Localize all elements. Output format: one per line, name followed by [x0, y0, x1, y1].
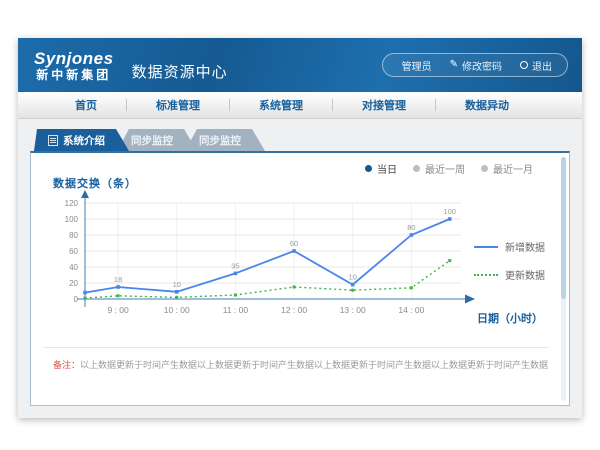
- y-tick-label: 120: [65, 199, 79, 208]
- time-filter-label: 最近一周: [425, 161, 465, 176]
- legend-item-新增数据[interactable]: 新增数据: [474, 239, 545, 254]
- data-point-label: 18: [114, 275, 122, 284]
- nav-item-数据异动[interactable]: 数据异动: [436, 97, 538, 113]
- y-tick-label: 100: [65, 215, 79, 224]
- series-line: [85, 219, 450, 293]
- legend-label: 更新数据: [505, 267, 545, 282]
- tab-同步监控-1[interactable]: 同步监控: [117, 129, 197, 151]
- x-tick-label: 12 : 00: [281, 305, 307, 315]
- tab-label: 系统介绍: [63, 133, 105, 148]
- legend-item-更新数据[interactable]: 更新数据: [474, 267, 545, 282]
- radio-dot-icon: [413, 165, 420, 172]
- data-point-marker: [410, 286, 413, 289]
- time-filter-最近一月[interactable]: 最近一月: [481, 161, 533, 176]
- chart-tick-labels: 0 20 40 60 80 100 120 9 : 00 10 : 00 11 : 00 12 : …: [65, 199, 425, 315]
- radio-dot-icon: [481, 165, 488, 172]
- data-point-marker: [83, 291, 87, 295]
- x-tick-label: 9 : 00: [107, 305, 129, 315]
- data-point-marker: [175, 296, 178, 299]
- data-point-label: 60: [290, 239, 298, 248]
- data-point-marker: [292, 249, 296, 253]
- time-filter-group: 当日 最近一周 最近一月: [365, 161, 533, 176]
- data-point-marker: [175, 290, 179, 294]
- footnote: 备注：以上数据更新于时间产生数据以上数据更新于时间产生数据以上数据更新于时间产生…: [43, 347, 549, 371]
- power-icon: [520, 61, 528, 69]
- app-header: Synjones 新中新集团 数据资源中心 管理员 ✎ 修改密码 退出: [18, 38, 582, 92]
- tab-label: 同步监控: [199, 133, 241, 148]
- tab-bar: 系统介绍 同步监控 同步监控: [34, 129, 570, 151]
- scrollbar-thumb[interactable]: [561, 157, 566, 299]
- logo: Synjones 新中新集团: [34, 49, 114, 82]
- time-filter-最近一周[interactable]: 最近一周: [413, 161, 465, 176]
- logo-wordmark: Synjones: [34, 49, 114, 69]
- legend-label: 新增数据: [505, 239, 545, 254]
- nav-item-对接管理[interactable]: 对接管理: [333, 97, 435, 113]
- x-tick-label: 14 : 00: [398, 305, 424, 315]
- data-point-label: 100: [443, 207, 456, 216]
- data-point-label: 35: [231, 261, 239, 270]
- chart-x-axis-title: 日期（小时）: [477, 310, 543, 326]
- data-point-marker: [410, 233, 414, 237]
- nav-item-标准管理[interactable]: 标准管理: [127, 97, 229, 113]
- y-tick-label: 40: [69, 263, 78, 272]
- x-axis-arrow-icon: [465, 295, 475, 304]
- content-area: 系统介绍同步监控同步监控 当日最近一周最近一月 数据交换（条） 02040608…: [18, 119, 582, 418]
- tab-label: 同步监控: [131, 133, 173, 148]
- data-point-label: 10: [173, 280, 181, 289]
- app-window: Synjones 新中新集团 数据资源中心 管理员✎修改密码退出 首页标准管理系…: [18, 38, 582, 418]
- chart-grid: [85, 203, 461, 299]
- edit-icon: ✎: [450, 61, 458, 69]
- data-point-marker: [448, 217, 452, 221]
- scrollbar: [561, 157, 566, 401]
- data-point-marker: [448, 259, 451, 262]
- y-tick-label: 20: [69, 279, 78, 288]
- y-tick-label: 80: [69, 231, 78, 240]
- content-panel: 当日最近一周最近一月 数据交换（条） 0204060801001209 : 00…: [30, 151, 570, 406]
- y-tick-label: 0: [74, 295, 79, 304]
- chart-series-更新数据: [84, 259, 452, 300]
- x-tick-label: 10 : 00: [164, 305, 190, 315]
- user-menu: 管理员 ✎ 修改密码 退出: [382, 53, 568, 77]
- nav-item-系统管理[interactable]: 系统管理: [230, 97, 332, 113]
- main-nav: 首页标准管理系统管理对接管理数据异动: [18, 92, 582, 119]
- x-tick-label: 13 : 00: [340, 305, 366, 315]
- y-tick-label: 60: [69, 247, 78, 256]
- data-point-marker: [84, 297, 87, 300]
- user-menu-item-退出[interactable]: 退出: [511, 58, 561, 73]
- data-point-label: 80: [407, 223, 415, 232]
- document-icon: [48, 135, 58, 146]
- series-line: [85, 261, 450, 299]
- user-menu-item-管理员[interactable]: 管理员: [389, 58, 441, 73]
- chart-legend: 新增数据更新数据: [474, 239, 545, 282]
- user-menu-label: 修改密码: [462, 58, 502, 73]
- footnote-prefix: 备注：: [53, 360, 80, 370]
- user-menu-label: 管理员: [402, 58, 432, 73]
- tab-系统介绍-0[interactable]: 系统介绍: [34, 129, 129, 151]
- legend-line-sample: [474, 274, 498, 276]
- radio-dot-icon: [365, 165, 372, 172]
- user-menu-item-修改密码[interactable]: ✎ 修改密码: [441, 58, 511, 73]
- footnote-text: 以上数据更新于时间产生数据以上数据更新于时间产生数据以上数据更新于时间产生数据以…: [80, 360, 549, 370]
- time-filter-label: 最近一月: [493, 161, 533, 176]
- data-point-marker: [351, 289, 354, 292]
- x-tick-label: 11 : 00: [223, 305, 249, 315]
- data-point-label: 10: [349, 273, 357, 282]
- nav-item-首页[interactable]: 首页: [46, 97, 126, 113]
- time-filter-label: 当日: [377, 161, 397, 176]
- logo-company-name: 新中新集团: [34, 69, 114, 83]
- legend-line-sample: [474, 246, 498, 248]
- tab-同步监控-2[interactable]: 同步监控: [185, 129, 265, 151]
- time-filter-当日[interactable]: 当日: [365, 161, 397, 176]
- data-point-marker: [234, 272, 238, 276]
- data-point-marker: [116, 285, 120, 289]
- line-chart: 0 20 40 60 80 100 120 9 : 00 10 : 00 11 : 00 12 : …: [41, 187, 521, 337]
- data-point-marker: [117, 294, 120, 297]
- user-menu-label: 退出: [532, 58, 552, 73]
- page-title: 数据资源中心: [132, 61, 228, 82]
- data-point-marker: [293, 286, 296, 289]
- data-point-marker: [234, 294, 237, 297]
- data-point-marker: [351, 283, 355, 287]
- y-axis-arrow-icon: [81, 190, 89, 198]
